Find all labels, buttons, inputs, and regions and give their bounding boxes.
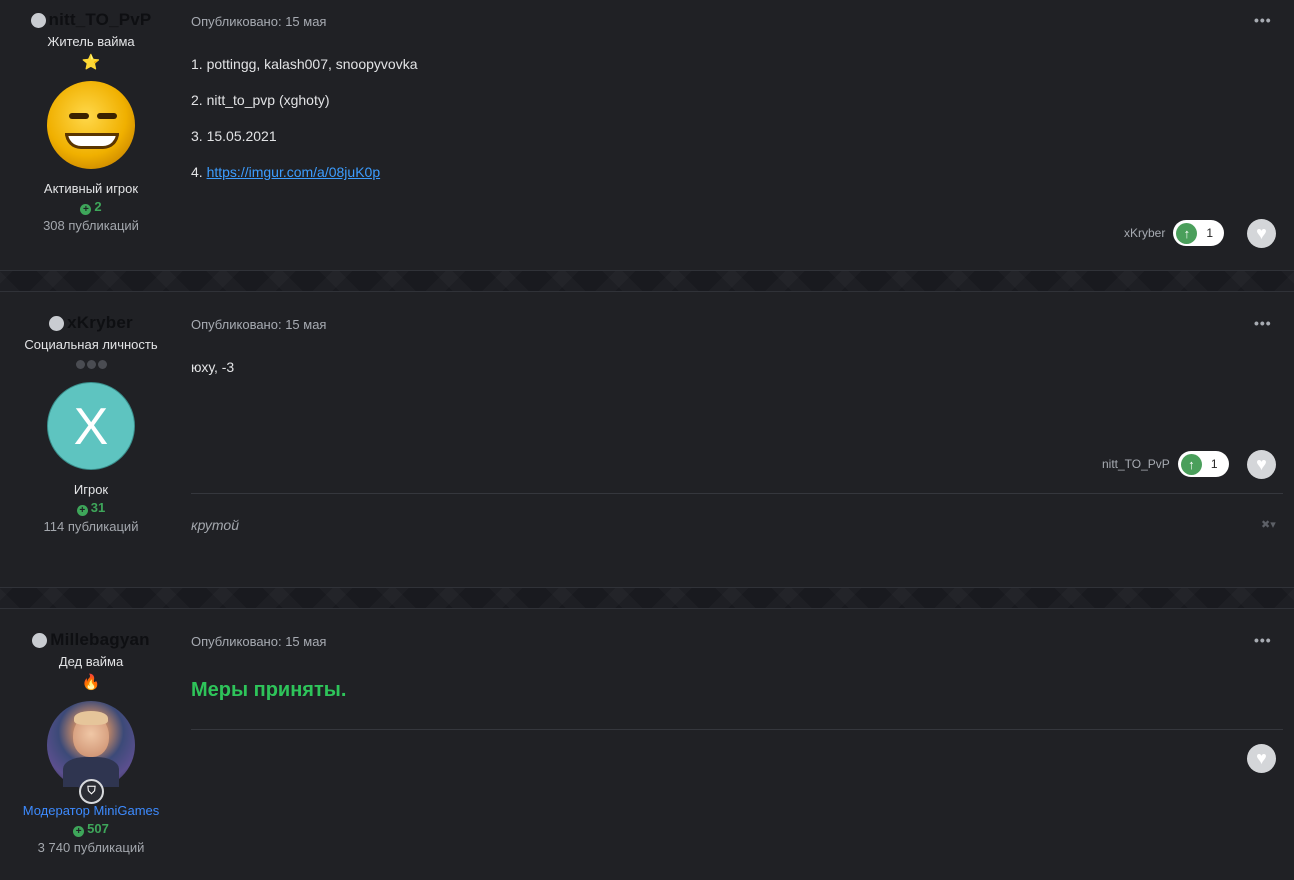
post-link[interactable]: https://imgur.com/a/08juK0p: [207, 164, 381, 180]
shield-icon: ⛉: [79, 779, 104, 804]
reactions-bar: nitt_TO_PvP ↑ 1: [1102, 451, 1229, 477]
upvote-icon: ↑: [1176, 222, 1198, 244]
fire-icon: 🔥: [81, 674, 101, 691]
reaction-pill[interactable]: ↑ 1: [1173, 220, 1225, 246]
photo-hair: [74, 711, 108, 725]
offline-status-icon: [49, 315, 65, 331]
smiley-eye: [69, 113, 89, 119]
post-2: xKryber Социальная личность X Игрок +31 …: [0, 292, 1294, 587]
post-line: 2. nitt_to_pvp (xghoty): [191, 92, 330, 108]
group-name: Игрок: [73, 482, 109, 497]
heart-icon[interactable]: ♥: [1247, 450, 1276, 479]
plus-circle-icon: +: [73, 826, 85, 837]
author-name-row: nitt_TO_PvP: [0, 10, 182, 30]
comment-controls-icon[interactable]: ✖▾: [1261, 518, 1276, 531]
post-content: Меры приняты.: [191, 679, 346, 702]
plus-circle-icon: +: [76, 505, 88, 516]
author-name[interactable]: Millebagyan: [50, 630, 150, 650]
more-options-icon[interactable]: •••: [1254, 13, 1271, 27]
reactions-bar: xKryber ↑ 1: [1124, 220, 1225, 246]
reputation-value: 2: [94, 199, 102, 214]
avatar[interactable]: ⛉: [47, 701, 135, 804]
reacted-by[interactable]: xKryber: [1124, 226, 1165, 240]
heart-icon[interactable]: ♥: [1247, 744, 1276, 773]
comment-divider: [191, 493, 1283, 494]
post-1: nitt_TO_PvP Житель вайма ⭐ Активный игро…: [0, 0, 1294, 270]
star-icon: ⭐: [81, 54, 101, 71]
reacted-by[interactable]: nitt_TO_PvP: [1102, 457, 1170, 471]
reputation-badge: +2: [0, 199, 182, 215]
avatar[interactable]: [47, 81, 135, 169]
post-date[interactable]: Опубликовано: 15 мая: [191, 317, 326, 332]
post-highlight-text: Меры приняты.: [191, 679, 347, 701]
reaction-pill[interactable]: ↑ 1: [1177, 451, 1229, 477]
author-name[interactable]: xKryber: [67, 313, 133, 333]
comment-text: крутой: [191, 517, 240, 533]
reputation-badge: +31: [0, 500, 182, 516]
offline-status-icon: [32, 632, 48, 648]
offline-status-icon: [30, 12, 46, 28]
author-panel: nitt_TO_PvP Житель вайма ⭐ Активный игро…: [0, 10, 182, 233]
post-line: юху, -3: [191, 359, 235, 375]
post-line: 3. 15.05.2021: [191, 128, 277, 144]
group-name: Активный игрок: [43, 181, 139, 196]
dots-icon: [0, 360, 182, 374]
post-separator: [0, 270, 1294, 292]
reaction-count: 1: [1210, 457, 1218, 471]
reaction-count: 1: [1206, 226, 1214, 240]
smiley-eye: [97, 113, 117, 119]
post-separator: [0, 587, 1294, 609]
group-name: Модератор MiniGames: [22, 803, 160, 818]
author-name-row: Millebagyan: [0, 630, 182, 650]
more-options-icon[interactable]: •••: [1254, 316, 1271, 330]
upvote-icon: ↑: [1180, 453, 1202, 475]
post-content: 1. pottingg, kalash007, snoopyvovka 2. n…: [191, 57, 418, 201]
author-title: Житель вайма: [47, 34, 135, 49]
post-3: Millebagyan Дед вайма 🔥 ⛉ Модератор Mini…: [0, 609, 1294, 880]
posts-count: 114 публикаций: [43, 519, 139, 534]
reputation-badge: +507: [0, 821, 182, 837]
author-name[interactable]: nitt_TO_PvP: [49, 10, 152, 30]
author-panel: xKryber Социальная личность X Игрок +31 …: [0, 313, 182, 534]
post-line: 4. https://imgur.com/a/08juK0p: [191, 165, 418, 180]
post-date[interactable]: Опубликовано: 15 мая: [191, 634, 326, 649]
posts-count: 3 740 публикаций: [37, 840, 145, 855]
author-name-row: xKryber: [0, 313, 182, 333]
author-panel: Millebagyan Дед вайма 🔥 ⛉ Модератор Mini…: [0, 630, 182, 855]
reputation-value: 507: [87, 821, 109, 836]
post-content: юху, -3: [191, 360, 234, 396]
reputation-value: 31: [90, 500, 106, 515]
post-line: 1. pottingg, kalash007, snoopyvovka: [191, 56, 418, 72]
smiley-mouth: [65, 133, 119, 149]
content-divider: [191, 729, 1283, 730]
plus-circle-icon: +: [80, 204, 92, 215]
post-date[interactable]: Опубликовано: 15 мая: [191, 14, 326, 29]
more-options-icon[interactable]: •••: [1254, 633, 1271, 647]
heart-icon[interactable]: ♥: [1247, 219, 1276, 248]
author-title: Социальная личность: [24, 337, 158, 352]
author-title: Дед вайма: [58, 654, 124, 669]
link-prefix: 4.: [191, 164, 207, 180]
posts-count: 308 публикаций: [43, 218, 139, 233]
avatar[interactable]: X: [47, 382, 135, 470]
